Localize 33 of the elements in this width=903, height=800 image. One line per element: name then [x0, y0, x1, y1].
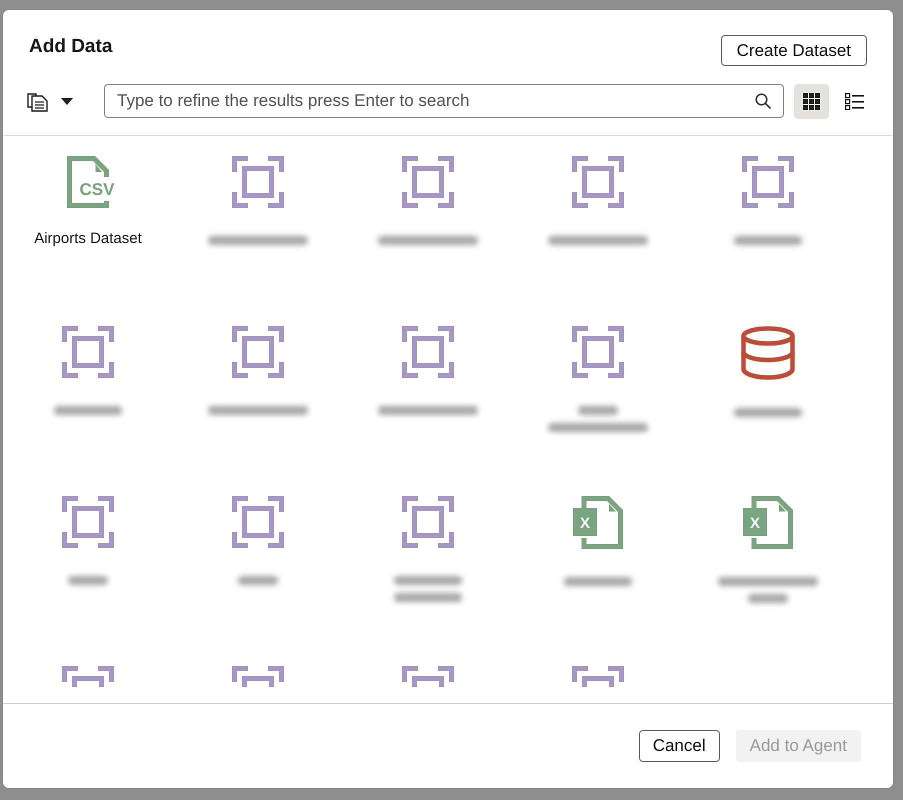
blurred-label: [564, 577, 632, 586]
object-frame-icon[interactable]: [232, 156, 284, 208]
list-icon: [845, 92, 864, 110]
object-frame-icon[interactable]: [402, 156, 454, 208]
caret-icon: [61, 98, 73, 104]
object-frame-icon[interactable]: [572, 156, 624, 208]
object-frame-icon[interactable]: [402, 326, 454, 378]
object-frame-icon[interactable]: [62, 326, 114, 378]
dialog-title: Add Data: [29, 35, 112, 58]
grid-view-button[interactable]: [794, 84, 829, 118]
blurred-label: [238, 576, 278, 585]
blurred-label: [734, 408, 802, 417]
blurred-label: [748, 594, 788, 603]
object-frame-icon[interactable]: [742, 156, 794, 208]
blurred-label: [394, 593, 462, 602]
search-field[interactable]: Type to refine the results press Enter to search: [104, 84, 784, 118]
create-dataset-button[interactable]: Create Dataset: [720, 35, 867, 66]
blurred-label: [68, 576, 108, 585]
documents-icon: [27, 90, 49, 112]
blurred-label: [54, 406, 122, 415]
blurred-label: [394, 576, 462, 585]
search-icon[interactable]: [755, 93, 771, 109]
object-frame-icon[interactable]: [62, 496, 114, 548]
object-frame-icon[interactable]: [232, 496, 284, 548]
blurred-label: [578, 406, 618, 415]
cancel-button[interactable]: Cancel: [638, 730, 720, 762]
object-frame-icon[interactable]: [232, 326, 284, 378]
blurred-label: [734, 236, 802, 245]
object-frame-icon[interactable]: [572, 326, 624, 378]
tile-label: Airports Dataset: [34, 230, 142, 247]
grid-icon: [803, 92, 820, 110]
database-icon[interactable]: [741, 326, 795, 380]
object-frame-icon[interactable]: [402, 496, 454, 548]
